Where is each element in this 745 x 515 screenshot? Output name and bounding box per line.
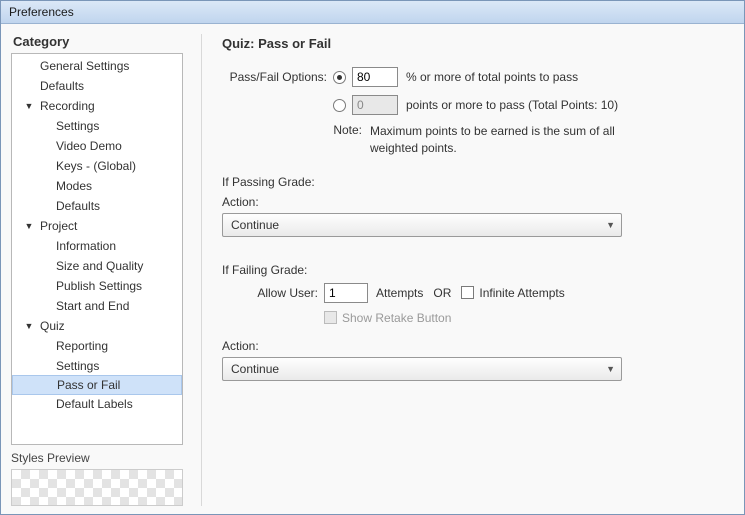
percent-suffix: % or more of total points to pass — [406, 70, 578, 84]
tree-item[interactable]: Start and End — [12, 296, 182, 316]
tree-item-label: Modes — [56, 179, 92, 193]
preferences-window: Preferences Category General Settings Def… — [0, 0, 745, 515]
window-title: Preferences — [9, 5, 74, 19]
disclosure-arrow-icon: ▼ — [22, 321, 36, 331]
chevron-down-icon: ▼ — [606, 364, 615, 374]
percent-radio[interactable] — [333, 71, 346, 84]
points-radio[interactable] — [333, 99, 346, 112]
failing-action-value: Continue — [231, 362, 279, 376]
allow-user-row: Allow User: Attempts OR Infinite Attempt… — [222, 283, 734, 303]
tree-item-label: Defaults — [56, 199, 100, 213]
tree-item[interactable]: Size and Quality — [12, 256, 182, 276]
passing-action-select[interactable]: Continue ▼ — [222, 213, 622, 237]
styles-preview-swatch — [11, 469, 183, 506]
tree-item-label: Reporting — [56, 339, 108, 353]
note-row: Note: Maximum points to be earned is the… — [222, 123, 734, 157]
window-body: Category General Settings Defaults ▼ Record… — [1, 24, 744, 514]
tree-item[interactable]: Defaults — [12, 196, 182, 216]
tree-item-label: Default Labels — [56, 397, 133, 411]
tree-item[interactable]: Keys - (Global) — [12, 156, 182, 176]
tree-item-label: Pass or Fail — [57, 378, 120, 392]
tree-item[interactable]: ▼ Recording — [12, 96, 182, 116]
passfail-points-row: points or more to pass (Total Points: 10… — [333, 95, 734, 115]
panel-title: Quiz: Pass or Fail — [222, 36, 734, 51]
infinite-attempts-checkbox[interactable] — [461, 286, 474, 299]
settings-panel: Quiz: Pass or Fail Pass/Fail Options: % … — [201, 34, 734, 506]
tree-item[interactable]: Reporting — [12, 336, 182, 356]
tree-item[interactable]: Publish Settings — [12, 276, 182, 296]
retake-row: Show Retake Button — [324, 311, 734, 325]
category-header: Category — [13, 34, 183, 49]
show-retake-checkbox — [324, 311, 337, 324]
tree-item-label: Size and Quality — [56, 259, 143, 273]
chevron-down-icon: ▼ — [606, 220, 615, 230]
passing-action-label: Action: — [222, 195, 734, 209]
tree-item[interactable]: Settings — [12, 356, 182, 376]
category-column: Category General Settings Defaults ▼ Record… — [11, 34, 183, 506]
tree-item-label: Defaults — [40, 79, 84, 93]
tree-item[interactable]: Video Demo — [12, 136, 182, 156]
percent-input[interactable] — [352, 67, 398, 87]
points-suffix: points or more to pass (Total Points: 10… — [406, 98, 618, 112]
category-tree[interactable]: General Settings Defaults ▼ Recording Settin… — [11, 53, 183, 445]
passing-header: If Passing Grade: — [222, 175, 734, 189]
tree-item[interactable]: ▼ Quiz — [12, 316, 182, 336]
failing-section: If Failing Grade: Allow User: Attempts O… — [222, 263, 734, 381]
tree-item-label: Start and End — [56, 299, 129, 313]
passfail-options-label: Pass/Fail Options: — [222, 70, 327, 84]
tree-item[interactable]: Modes — [12, 176, 182, 196]
styles-preview-label: Styles Preview — [11, 451, 183, 465]
tree-item[interactable]: Default Labels — [12, 394, 182, 414]
allow-user-label: Allow User: — [222, 286, 318, 300]
or-text: OR — [433, 286, 451, 300]
tree-item[interactable]: ▼ Project — [12, 216, 182, 236]
passing-action-value: Continue — [231, 218, 279, 232]
tree-item-label: Video Demo — [56, 139, 122, 153]
tree-item-label: Publish Settings — [56, 279, 142, 293]
points-input — [352, 95, 398, 115]
tree-item-label: Settings — [56, 359, 99, 373]
tree-item-label: Keys - (Global) — [56, 159, 136, 173]
window-titlebar: Preferences — [1, 1, 744, 24]
show-retake-label: Show Retake Button — [342, 311, 451, 325]
infinite-attempts-label: Infinite Attempts — [479, 286, 564, 300]
tree-item-label: Recording — [40, 99, 95, 113]
tree-item-label: Project — [40, 219, 77, 233]
attempts-input[interactable] — [324, 283, 368, 303]
tree-item[interactable]: General Settings — [12, 56, 182, 76]
tree-item[interactable]: Settings — [12, 116, 182, 136]
failing-header: If Failing Grade: — [222, 263, 734, 277]
disclosure-arrow-icon: ▼ — [22, 221, 36, 231]
tree-item-label: General Settings — [40, 59, 129, 73]
failing-action-label: Action: — [222, 339, 734, 353]
failing-action-select[interactable]: Continue ▼ — [222, 357, 622, 381]
tree-item[interactable]: Information — [12, 236, 182, 256]
tree-item-label: Settings — [56, 119, 99, 133]
tree-item-label: Information — [56, 239, 116, 253]
note-label: Note: — [222, 123, 362, 157]
tree-item[interactable]: Pass or Fail — [12, 375, 182, 395]
attempts-suffix: Attempts — [376, 286, 423, 300]
note-text: Maximum points to be earned is the sum o… — [370, 123, 650, 157]
disclosure-arrow-icon: ▼ — [22, 101, 36, 111]
tree-item-label: Quiz — [40, 319, 65, 333]
tree-item[interactable]: Defaults — [12, 76, 182, 96]
passfail-percent-row: Pass/Fail Options: % or more of total po… — [222, 67, 734, 87]
